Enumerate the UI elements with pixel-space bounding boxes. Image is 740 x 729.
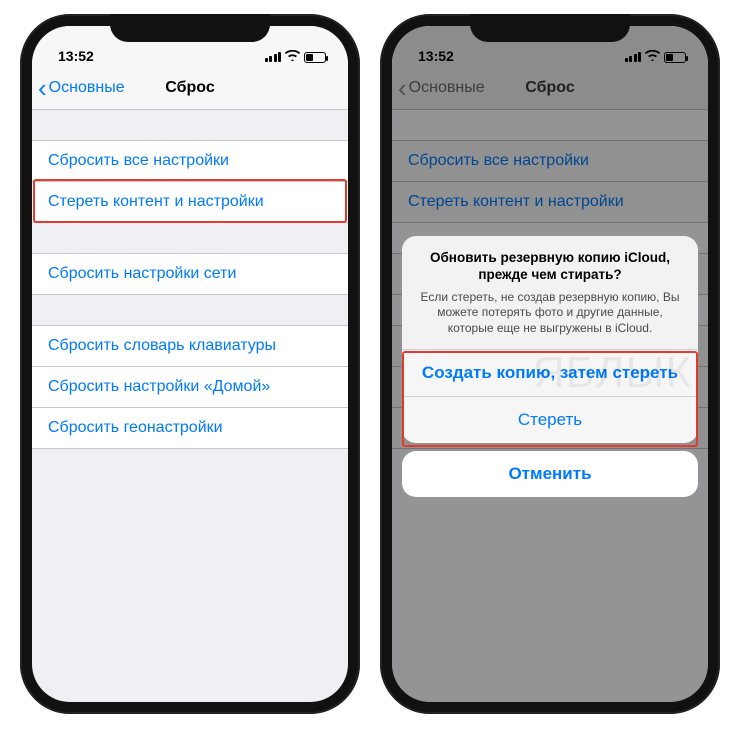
notch (110, 14, 270, 42)
wifi-icon (285, 50, 300, 64)
back-label: Основные (49, 79, 125, 97)
action-sheet-card: Обновить резервную копию iCloud, прежде … (402, 236, 698, 443)
phone-frame-right: 13:52 ‹ Основные Сброс Сбросит (380, 14, 720, 714)
settings-group-1: Сбросить все настройки Стереть контент и… (32, 140, 348, 223)
back-button[interactable]: ‹ Основные (32, 75, 125, 101)
notch (470, 14, 630, 42)
screen-left: 13:52 ‹ Основные Сброс Сбросит (32, 26, 348, 702)
reset-keyboard-dictionary-row[interactable]: Сбросить словарь клавиатуры (32, 326, 348, 367)
settings-group-2: Сбросить настройки сети (32, 253, 348, 295)
settings-group-3: Сбросить словарь клавиатуры Сбросить нас… (32, 325, 348, 449)
action-sheet: Обновить резервную копию iCloud, прежде … (402, 236, 698, 497)
action-sheet-message: Если стереть, не создав резервную копию,… (420, 290, 680, 337)
action-sheet-title: Обновить резервную копию iCloud, прежде … (420, 250, 680, 284)
screen-right: 13:52 ‹ Основные Сброс Сбросит (392, 26, 708, 702)
comparison-canvas: 13:52 ‹ Основные Сброс Сбросит (0, 0, 740, 728)
erase-button[interactable]: Стереть (402, 397, 698, 443)
reset-home-layout-row[interactable]: Сбросить настройки «Домой» (32, 367, 348, 408)
reset-all-settings-row[interactable]: Сбросить все настройки (32, 141, 348, 182)
reset-network-row[interactable]: Сбросить настройки сети (32, 254, 348, 294)
nav-bar: ‹ Основные Сброс (32, 66, 348, 110)
cancel-button[interactable]: Отменить (402, 451, 698, 497)
erase-content-settings-row[interactable]: Стереть контент и настройки (32, 182, 348, 222)
status-time: 13:52 (58, 48, 94, 64)
chevron-left-icon: ‹ (38, 75, 47, 101)
battery-icon (304, 52, 326, 63)
status-right (265, 50, 327, 64)
cellular-signal-icon (265, 52, 282, 62)
phone-frame-left: 13:52 ‹ Основные Сброс Сбросит (20, 14, 360, 714)
reset-location-row[interactable]: Сбросить геонастройки (32, 408, 348, 448)
action-sheet-header: Обновить резервную копию iCloud, прежде … (402, 236, 698, 350)
settings-content: Сбросить все настройки Стереть контент и… (32, 140, 348, 449)
backup-then-erase-button[interactable]: Создать копию, затем стереть (402, 350, 698, 397)
